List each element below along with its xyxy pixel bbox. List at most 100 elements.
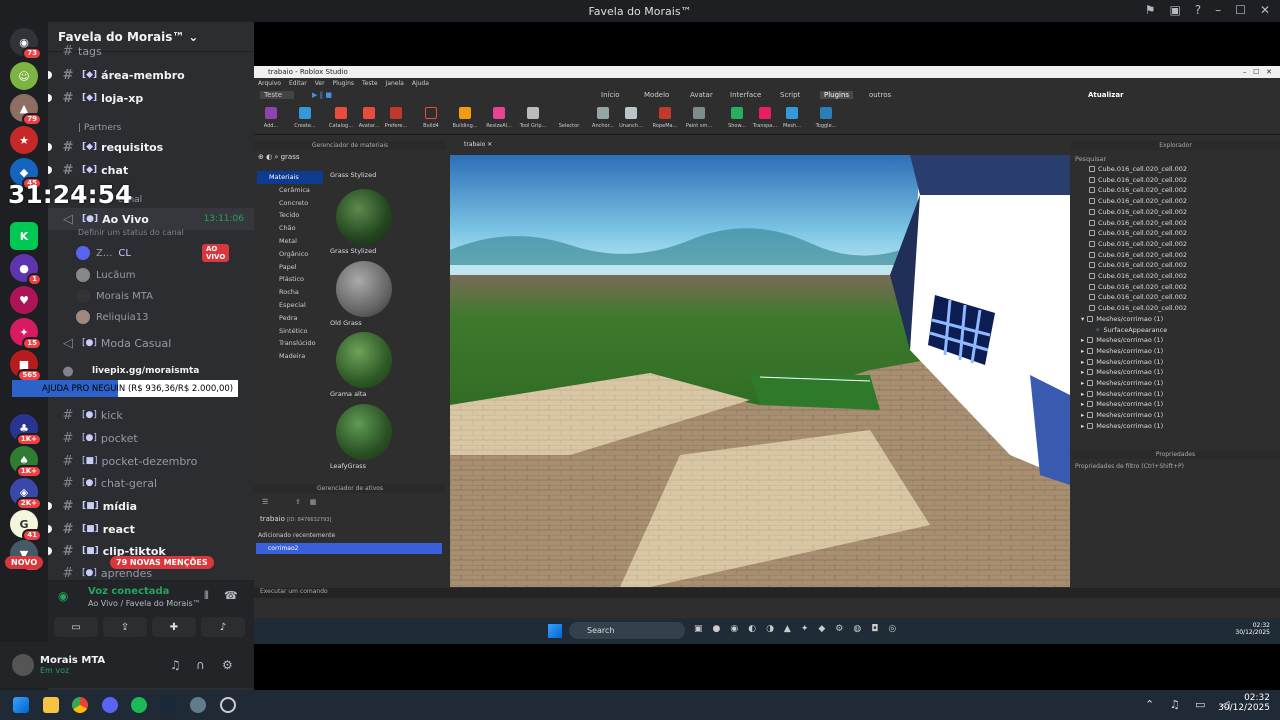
explorer-item[interactable]: Cube.016_cell.020_cell.002 — [1089, 272, 1187, 280]
explorer-item[interactable]: Cube.016_cell.020_cell.002 — [1089, 261, 1187, 269]
asset-item[interactable]: corrimao2 — [256, 543, 442, 554]
category-item[interactable]: Chão — [257, 222, 323, 235]
voice-user[interactable]: Lucãum — [76, 268, 135, 282]
close-button[interactable]: ✕ — [1260, 3, 1270, 17]
steam-icon[interactable] — [160, 697, 176, 713]
plugin-button[interactable]: Build4 — [416, 107, 446, 129]
plugin-button[interactable]: Tool Grip... — [518, 107, 548, 129]
inbox-icon[interactable]: ⚑ — [1145, 3, 1156, 17]
plugin-button[interactable]: Show... — [722, 107, 752, 129]
plugin-button[interactable]: Create... — [290, 107, 320, 129]
category-partners[interactable]: | Partners — [78, 123, 121, 133]
server-icon[interactable]: ■ 565 — [10, 350, 42, 382]
channel-status-hint[interactable]: Definir um status do canal — [78, 228, 184, 237]
command-bar[interactable]: Executar um comando — [254, 588, 1280, 598]
category-item[interactable]: Madeira — [257, 350, 323, 363]
soundboard-button[interactable]: ♪ — [201, 617, 245, 637]
explorer-item[interactable]: Cube.016_cell.020_cell.002 — [1089, 229, 1187, 237]
explorer-item[interactable]: ▸ Meshes/corrimao (1) — [1081, 411, 1163, 419]
explorer-item[interactable]: Cube.016_cell.020_cell.002 — [1089, 293, 1187, 301]
server-icon[interactable]: ♥ — [10, 286, 38, 314]
voice-user[interactable]: Z... CL AO VIVO — [76, 244, 230, 262]
plugin-button[interactable]: Add... — [256, 107, 286, 129]
explorer-item[interactable]: Cube.016_cell.020_cell.002 — [1089, 304, 1187, 312]
add-icon[interactable]: ⊕ — [258, 153, 264, 161]
category-item[interactable]: Tecido — [257, 209, 323, 222]
app-icon[interactable] — [220, 697, 236, 713]
discord-icon[interactable] — [102, 697, 118, 713]
screen-share-button[interactable]: ⇪ — [103, 617, 147, 637]
tab-avatar[interactable]: Avatar — [690, 91, 713, 99]
voice-location[interactable]: Ao Vivo / Favela do Morais™ — [88, 599, 201, 608]
explorer-item[interactable]: Cube.016_cell.020_cell.002 — [1089, 197, 1187, 205]
channel-item[interactable]: # [◆] requisitos — [48, 136, 254, 158]
category-item[interactable]: Rocha — [257, 286, 323, 299]
filter-icon[interactable]: ◐ — [266, 153, 272, 161]
plugin-button[interactable]: Transpa... — [750, 107, 780, 129]
category-item[interactable]: Materiais — [257, 171, 323, 184]
explorer-item[interactable]: ▸ Meshes/corrimao (1) — [1081, 422, 1163, 430]
livepix-channel[interactable]: ● livepix.gg/moraismta — [48, 360, 254, 382]
taskbar-clock[interactable]: 02:32 30/12/2025 — [1235, 622, 1270, 636]
server-icon[interactable]: ☺ — [10, 62, 38, 90]
server-icon[interactable]: K — [10, 222, 38, 250]
file-explorer-icon[interactable] — [43, 697, 59, 713]
category-item[interactable]: Sintético — [257, 325, 323, 338]
plugin-button[interactable]: Selector — [554, 107, 584, 129]
properties-filter-input[interactable]: Propriedades de filtro (Ctrl+Shift+P) — [1075, 463, 1184, 470]
material-tile[interactable]: LeafyGrass — [330, 400, 398, 470]
recent-section[interactable]: Adicionado recentemente — [258, 532, 444, 539]
menu-item[interactable]: Arquivo — [258, 80, 281, 87]
server-icon[interactable]: ● 1 — [10, 254, 42, 286]
material-tile[interactable]: Old Grass — [330, 257, 398, 327]
category-item[interactable]: Translúcido — [257, 337, 323, 350]
menu-item[interactable]: Ajuda — [412, 80, 429, 87]
plugin-button[interactable]: ResizeAl... — [484, 107, 514, 129]
plugin-button[interactable]: Mesh... — [777, 107, 807, 129]
maximize-button[interactable]: ☐ — [1235, 3, 1246, 17]
channel-item[interactable]: # [■] mídia — [48, 495, 254, 517]
server-icon[interactable]: G 41 — [10, 510, 42, 542]
spotify-icon[interactable] — [131, 697, 147, 713]
screen-icon[interactable]: ▣ — [1169, 3, 1180, 17]
category-item[interactable]: Cerâmica — [257, 184, 323, 197]
menu-item[interactable]: Ver — [315, 80, 325, 87]
category-item[interactable]: Concreto — [257, 197, 323, 210]
explorer-item[interactable]: Cube.016_cell.020_cell.002 — [1089, 283, 1187, 291]
explorer-item[interactable]: Cube.016_cell.020_cell.002 — [1089, 240, 1187, 248]
explorer-item[interactable]: Cube.016_cell.020_cell.002 — [1089, 219, 1187, 227]
explorer-item[interactable]: Cube.016_cell.020_cell.002 — [1089, 208, 1187, 216]
channel-item[interactable]: # [◆] área-membro — [48, 64, 254, 86]
minimize-button[interactable]: – — [1215, 3, 1221, 17]
menu-item[interactable]: Teste — [362, 80, 378, 87]
explorer-item[interactable]: Cube.016_cell.020_cell.002 — [1089, 176, 1187, 184]
play-icon[interactable]: ▶ ‖ ■ — [312, 91, 332, 99]
voice-channel[interactable]: ◁ [●] Moda Casual — [48, 332, 254, 354]
category-item[interactable]: Metal — [257, 235, 323, 248]
help-icon[interactable]: ? — [1195, 3, 1201, 17]
menu-item[interactable]: Janela — [386, 80, 404, 87]
noise-suppression-icon[interactable]: ⦀ — [204, 589, 209, 603]
explorer-item[interactable]: Cube.016_cell.020_cell.002 — [1089, 186, 1187, 194]
system-clock[interactable]: 02:32 30/12/2025 — [1218, 693, 1270, 713]
plugin-button[interactable]: Toggle... — [811, 107, 841, 129]
avatar[interactable] — [12, 654, 34, 676]
3d-viewport[interactable] — [450, 155, 1070, 587]
material-search[interactable]: ⊕ ◐ ⌕ grass — [258, 153, 442, 165]
category-item[interactable]: Papel — [257, 261, 323, 274]
category-item[interactable]: Pedra — [257, 312, 323, 325]
explorer-item[interactable]: ▸ Meshes/corrimao (1) — [1081, 368, 1163, 376]
disconnect-icon[interactable]: ☎ — [224, 589, 238, 602]
server-icon[interactable]: ✦ 15 — [10, 318, 42, 350]
channel-item[interactable]: # [●] kick — [48, 404, 254, 426]
windows-start-icon[interactable] — [13, 697, 29, 713]
channel-item[interactable]: # [◆] loja-xp — [48, 87, 254, 109]
menu-item[interactable]: Plugins — [333, 80, 355, 87]
channel-item[interactable]: # [●] pocket — [48, 427, 254, 449]
explorer-item[interactable]: Cube.016_cell.020_cell.002 — [1089, 251, 1187, 259]
category-item[interactable]: Plástico — [257, 273, 323, 286]
explorer-item[interactable]: ▸ Meshes/corrimao (1) — [1081, 336, 1163, 344]
home-button[interactable]: ◉ 73 — [10, 28, 42, 60]
menu-item[interactable]: Editar — [289, 80, 307, 87]
new-pill[interactable]: NOVO — [5, 556, 44, 569]
